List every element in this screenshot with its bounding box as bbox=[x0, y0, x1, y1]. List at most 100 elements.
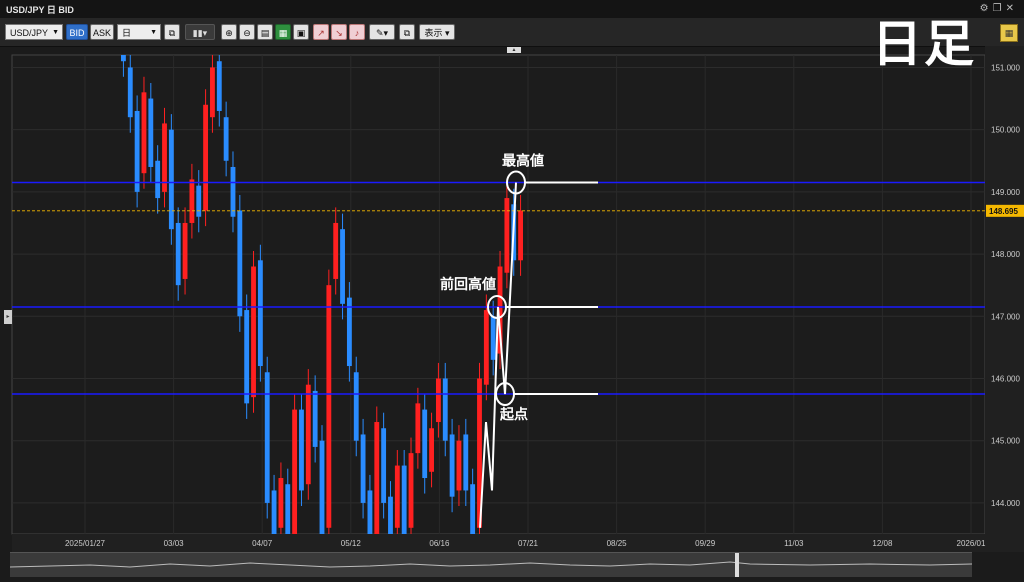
candle-body bbox=[394, 465, 400, 528]
order-close-icon[interactable]: ♪ bbox=[349, 24, 365, 40]
price-tick-label: 146.000 bbox=[991, 374, 1020, 383]
window-title: USD/JPY 日 BID bbox=[6, 5, 74, 15]
price-chart[interactable]: 151.000 150.000 149.000 148.000 147.000 146.0… bbox=[0, 46, 1024, 552]
candle-body bbox=[435, 378, 441, 423]
candle-body bbox=[449, 434, 455, 497]
candle-body bbox=[442, 378, 448, 441]
grid-icon[interactable]: ▦ bbox=[275, 24, 291, 40]
candle-body bbox=[490, 316, 496, 360]
candle-body bbox=[518, 210, 523, 261]
time-tick-label: 12/08 bbox=[872, 539, 893, 548]
current-price-label: 148.695 bbox=[989, 207, 1018, 216]
candle-body bbox=[401, 465, 407, 534]
candle-body bbox=[470, 484, 476, 534]
candle-body bbox=[182, 222, 188, 279]
time-tick-label: 2026/01 bbox=[957, 539, 986, 548]
candle-body bbox=[175, 222, 181, 286]
price-tick-label: 144.000 bbox=[991, 499, 1020, 508]
bid-button[interactable]: BID bbox=[66, 24, 88, 40]
candle-body bbox=[148, 98, 154, 167]
price-tick-label: 151.000 bbox=[991, 63, 1020, 72]
navigator-line bbox=[9, 561, 973, 568]
link-icon[interactable]: ⧉ bbox=[164, 24, 180, 40]
close-icon[interactable]: ✕ bbox=[1006, 3, 1018, 14]
candle-body bbox=[257, 260, 263, 367]
time-tick-label: 08/25 bbox=[607, 539, 628, 548]
navigator-overview bbox=[9, 553, 973, 577]
candle-body bbox=[155, 160, 161, 199]
ask-button[interactable]: ASK bbox=[90, 24, 114, 40]
timeframe-select-value: 日 bbox=[122, 28, 132, 38]
pair-select[interactable]: USD/JPY ▼ bbox=[5, 24, 63, 40]
order-buy-icon[interactable]: ↗ bbox=[313, 24, 329, 40]
candle-body bbox=[312, 390, 318, 447]
candle-body bbox=[374, 422, 380, 534]
side-panel-handle-icon[interactable]: ▸ bbox=[4, 310, 12, 324]
window-controls[interactable]: ⚙❐✕ bbox=[980, 3, 1018, 14]
candle-body bbox=[299, 409, 304, 491]
candle-body bbox=[237, 210, 243, 317]
time-tick-label: 06/16 bbox=[429, 539, 450, 548]
candle-body bbox=[381, 428, 387, 503]
candle-body bbox=[388, 496, 393, 534]
candle-body bbox=[278, 478, 284, 528]
collapse-handle-icon[interactable]: ▲ bbox=[507, 47, 521, 53]
navigator-handle[interactable] bbox=[735, 553, 739, 577]
annotation-label: 前回高値 bbox=[440, 276, 496, 293]
price-axis bbox=[985, 46, 1024, 552]
candle-body bbox=[223, 117, 229, 161]
display-menu[interactable]: 表示 ▾ bbox=[419, 24, 455, 40]
window-icon[interactable]: ▣ bbox=[293, 24, 309, 40]
price-tick-label: 147.000 bbox=[991, 312, 1020, 321]
time-tick-label: 03/03 bbox=[164, 539, 185, 548]
candle-body bbox=[456, 440, 462, 491]
title-bar: USD/JPY 日 BID ⚙❐✕ bbox=[0, 0, 1024, 18]
candle-body bbox=[264, 372, 270, 503]
panel-toggle-icon[interactable]: ▦ bbox=[1000, 24, 1018, 42]
candle-body bbox=[504, 198, 510, 273]
candle-body bbox=[121, 55, 126, 62]
candle-body bbox=[333, 222, 339, 279]
zoom-in-icon[interactable]: ⊕ bbox=[221, 24, 237, 40]
timeframe-overlay-label: 日足 bbox=[872, 15, 976, 73]
candle-body bbox=[189, 179, 195, 223]
candle-body bbox=[210, 67, 215, 118]
candle-body bbox=[271, 490, 277, 534]
draw-pen-icon[interactable]: ✎▾ bbox=[369, 24, 395, 40]
timeframe-select[interactable]: 日 ▼ bbox=[117, 24, 161, 40]
range-navigator[interactable] bbox=[9, 552, 973, 577]
time-axis bbox=[12, 534, 985, 552]
candle-body bbox=[340, 229, 345, 304]
candle-body bbox=[483, 310, 489, 385]
candle-body bbox=[127, 67, 133, 118]
candle-body bbox=[162, 123, 167, 192]
candle-body bbox=[353, 372, 359, 441]
annotation-label: 最高値 bbox=[502, 153, 544, 170]
candle-body bbox=[319, 440, 325, 534]
layout-icon[interactable]: ▤ bbox=[257, 24, 273, 40]
candle-body bbox=[216, 61, 222, 111]
price-tick-label: 150.000 bbox=[991, 126, 1020, 135]
candle-body bbox=[203, 104, 209, 211]
candle-body bbox=[367, 490, 373, 534]
candle-body bbox=[346, 297, 352, 367]
toolbar: USD/JPY ▼ BID ASK 日 ▼ ⧉ ▮▮▾ ⊕ ⊖ ▤ ▦ ▣ ↗ ↘ … bbox=[0, 18, 1024, 47]
candle-body bbox=[305, 384, 311, 485]
price-tick-label: 145.000 bbox=[991, 437, 1020, 446]
candle-body bbox=[134, 110, 140, 192]
restore-icon[interactable]: ❐ bbox=[993, 3, 1006, 14]
zoom-out-icon[interactable]: ⊖ bbox=[239, 24, 255, 40]
order-sell-icon[interactable]: ↘ bbox=[331, 24, 347, 40]
candle-body bbox=[326, 285, 332, 528]
candle-body bbox=[463, 434, 469, 491]
candle-body bbox=[292, 409, 298, 534]
candle-body bbox=[360, 434, 366, 503]
gear-icon[interactable]: ⚙ bbox=[980, 3, 993, 14]
annotation-label: 起点 bbox=[499, 406, 528, 423]
time-tick-label: 04/07 bbox=[252, 539, 273, 548]
time-tick-label: 07/21 bbox=[518, 539, 539, 548]
chart-type-icon[interactable]: ▮▮▾ bbox=[185, 24, 215, 40]
candle-body bbox=[141, 92, 147, 174]
copy-icon[interactable]: ⧉ bbox=[399, 24, 415, 40]
candle-body bbox=[168, 129, 174, 230]
